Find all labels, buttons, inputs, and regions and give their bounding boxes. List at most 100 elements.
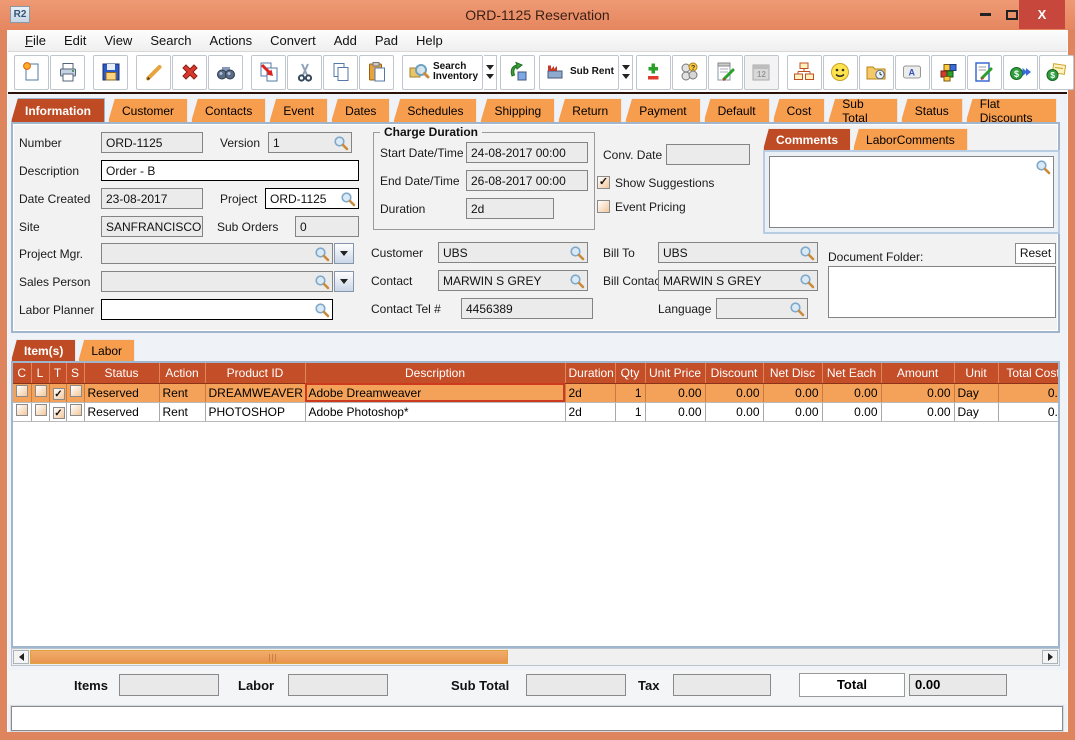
sub-orders-field[interactable]: 0	[295, 216, 359, 237]
delete-button[interactable]	[172, 54, 207, 90]
bill-contact-field[interactable]: MARWIN S GREY	[658, 270, 818, 291]
cell-duration[interactable]: 2d	[565, 402, 616, 422]
tab-labor[interactable]: Labor	[78, 339, 136, 361]
table-row[interactable]: ✓ Reserved Rent PHOTOSHOP Adobe Photosho…	[13, 402, 1058, 422]
bill-to-field[interactable]: UBS	[658, 242, 818, 263]
duration-field[interactable]: 2d	[466, 198, 554, 219]
col-qty[interactable]: Qty	[615, 363, 646, 384]
minimize-button[interactable]	[972, 0, 998, 29]
cell-net-disc[interactable]: 0.00	[763, 383, 823, 403]
menu-help[interactable]: Help	[407, 33, 452, 48]
event-pricing-checkbox[interactable]	[597, 200, 610, 213]
end-datetime-field[interactable]: 26-08-2017 00:00	[466, 170, 588, 191]
tab-shipping[interactable]: Shipping	[480, 98, 556, 122]
col-status[interactable]: Status	[84, 363, 160, 384]
conv-date-field[interactable]	[666, 144, 750, 165]
customer-field[interactable]: UBS	[438, 242, 588, 263]
cell-qty[interactable]: 1	[615, 383, 646, 403]
labor-planner-field[interactable]	[101, 299, 333, 320]
find-button[interactable]	[208, 54, 243, 90]
tab-comments[interactable]: Comments	[763, 128, 852, 150]
cell-discount[interactable]: 0.00	[705, 402, 764, 422]
tab-return[interactable]: Return	[558, 98, 623, 122]
checkbox-l[interactable]	[34, 385, 47, 397]
tab-items[interactable]: Item(s)	[11, 339, 77, 361]
project-mgr-lookup-icon[interactable]	[314, 246, 330, 264]
sales-person-dropdown[interactable]	[334, 271, 354, 292]
cell-total-cost[interactable]: 0.0	[998, 402, 1058, 422]
menu-search[interactable]: Search	[141, 33, 200, 48]
tab-default[interactable]: Default	[703, 98, 770, 122]
add-remove-button[interactable]	[635, 54, 671, 90]
contact-lookup-icon[interactable]	[569, 273, 585, 291]
folder-clock-button[interactable]	[858, 54, 894, 90]
date-created-field[interactable]: 23-08-2017	[101, 188, 203, 209]
cell-product-id[interactable]: PHOTOSHOP	[205, 402, 306, 422]
menu-view[interactable]: View	[95, 33, 141, 48]
contact-field[interactable]: MARWIN S GREY	[438, 270, 588, 291]
document-folder-box[interactable]	[828, 266, 1056, 318]
cell-description[interactable]: Adobe Dreamweaver	[305, 383, 566, 403]
cell-net-each[interactable]: 0.00	[822, 383, 882, 403]
language-lookup-icon[interactable]	[789, 301, 805, 319]
cell-net-each[interactable]: 0.00	[822, 402, 882, 422]
transfer-document-button[interactable]	[251, 54, 286, 90]
tab-contacts[interactable]: Contacts	[191, 98, 267, 122]
table-row[interactable]: ✓ Reserved Rent DREAMWEAVER Adobe Dreamw…	[13, 383, 1058, 403]
tab-event[interactable]: Event	[269, 98, 329, 122]
comments-lookup-icon[interactable]	[1035, 159, 1051, 180]
bill-to-lookup-icon[interactable]	[799, 245, 815, 263]
keyboard-key-button[interactable]: A	[894, 54, 930, 90]
version-field[interactable]: 1	[268, 132, 352, 153]
cell-action[interactable]: Rent	[159, 402, 206, 422]
contact-tel-field[interactable]: 4456389	[461, 298, 593, 319]
tab-dates[interactable]: Dates	[331, 98, 391, 122]
sales-person-field[interactable]	[101, 271, 333, 292]
checkbox-l[interactable]	[34, 404, 47, 416]
menu-add[interactable]: Add	[325, 33, 366, 48]
checkbox-s[interactable]	[69, 385, 82, 397]
copy-button[interactable]	[323, 54, 358, 90]
cell-description[interactable]: Adobe Photoshop*	[305, 402, 566, 422]
close-button[interactable]: X	[1019, 0, 1065, 29]
cut-button[interactable]	[287, 54, 322, 90]
scrollbar-thumb[interactable]	[30, 650, 508, 664]
col-t[interactable]: T	[49, 363, 67, 384]
search-inventory-button[interactable]: Search Inventory	[402, 54, 484, 90]
start-datetime-field[interactable]: 24-08-2017 00:00	[466, 142, 588, 163]
tab-sub-total[interactable]: Sub Total	[828, 98, 898, 122]
cell-unit-price[interactable]: 0.00	[645, 383, 706, 403]
tab-cost[interactable]: Cost	[772, 98, 826, 122]
cell-amount[interactable]: 0.00	[881, 383, 955, 403]
version-lookup-icon[interactable]	[333, 135, 349, 153]
col-unit-price[interactable]: Unit Price	[645, 363, 706, 384]
horizontal-scrollbar[interactable]	[11, 648, 1060, 666]
cell-discount[interactable]: 0.00	[705, 383, 764, 403]
tab-information[interactable]: Information	[11, 98, 105, 122]
scroll-left-button[interactable]	[13, 650, 29, 664]
menu-actions[interactable]: Actions	[201, 33, 262, 48]
sub-rent-dropdown[interactable]	[619, 54, 633, 90]
col-s[interactable]: S	[66, 363, 85, 384]
checkbox-s[interactable]	[69, 404, 82, 416]
menu-convert[interactable]: Convert	[261, 33, 325, 48]
cell-amount[interactable]: 0.00	[881, 402, 955, 422]
tab-labor-comments[interactable]: LaborComments	[853, 128, 968, 150]
edit-button[interactable]	[136, 54, 171, 90]
labor-planner-lookup-icon[interactable]	[314, 302, 330, 320]
product-cubes-button[interactable]	[930, 54, 966, 90]
project-mgr-dropdown[interactable]	[334, 243, 354, 264]
number-field[interactable]: ORD-1125	[101, 132, 203, 153]
col-product-id[interactable]: Product ID	[205, 363, 306, 384]
bill-contact-lookup-icon[interactable]	[799, 273, 815, 291]
tab-customer[interactable]: Customer	[108, 98, 189, 122]
edit-document-button[interactable]	[966, 54, 1002, 90]
col-discount[interactable]: Discount	[705, 363, 764, 384]
cell-status[interactable]: Reserved	[84, 383, 160, 403]
menu-edit[interactable]: Edit	[55, 33, 95, 48]
menu-file[interactable]: File	[16, 33, 55, 48]
money-note-button[interactable]: $	[1038, 54, 1074, 90]
tab-payment[interactable]: Payment	[625, 98, 701, 122]
col-amount[interactable]: Amount	[881, 363, 955, 384]
col-net-disc[interactable]: Net Disc	[763, 363, 823, 384]
